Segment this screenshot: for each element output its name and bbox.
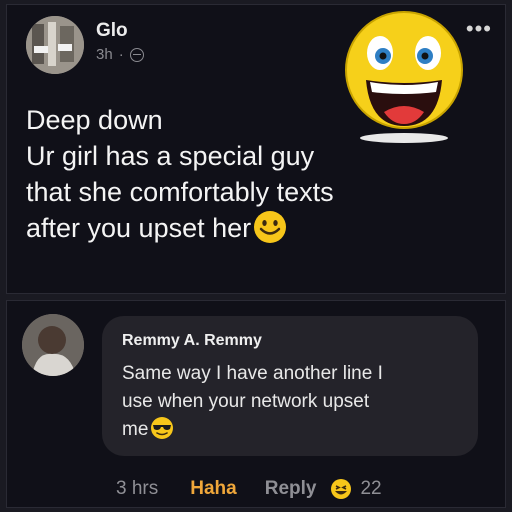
- comment-author-avatar[interactable]: [22, 314, 84, 376]
- post-body: Deep down Ur girl has a special guy that…: [26, 102, 466, 246]
- meta-separator: ·: [118, 46, 124, 63]
- post-card: Glo 3h · ••• Deep down Ur girl has a spe…: [6, 4, 506, 294]
- reply-button[interactable]: Reply: [265, 478, 317, 500]
- post-meta: 3h ·: [96, 46, 144, 63]
- post-time[interactable]: 3h: [96, 46, 113, 63]
- post-line: Deep down: [26, 105, 163, 135]
- sunglasses-emoji-icon: [151, 416, 174, 439]
- post-line: that she comfortably texts: [26, 177, 334, 207]
- comment-body: Same way I have another line I use when …: [122, 360, 462, 444]
- avatar-photo: [26, 16, 84, 74]
- comment-line: Same way I have another line I: [122, 363, 383, 384]
- post-line: Ur girl has a special guy: [26, 141, 315, 171]
- haha-reaction-button[interactable]: Haha: [190, 478, 236, 500]
- comment-time[interactable]: 3 hrs: [116, 478, 158, 500]
- reaction-count[interactable]: 22: [360, 478, 381, 500]
- comment-actions: 3 hrs Haha Reply 22: [116, 478, 382, 500]
- comment-bubble: Remmy A. Remmy Same way I have another l…: [102, 316, 478, 456]
- post-line: after you upset her: [26, 210, 466, 246]
- post-author-name[interactable]: Glo: [96, 20, 128, 42]
- comment-line: me: [122, 416, 462, 444]
- comment-line-text: me: [122, 419, 149, 440]
- more-options-icon[interactable]: •••: [466, 18, 492, 40]
- comment-author-name[interactable]: Remmy A. Remmy: [122, 332, 262, 350]
- avatar-photo: [22, 314, 84, 376]
- comment-line: use when your network upset: [122, 391, 370, 412]
- post-author-avatar[interactable]: [26, 16, 84, 74]
- globe-icon: [129, 47, 144, 62]
- comment-card: Remmy A. Remmy Same way I have another l…: [6, 300, 506, 508]
- post-line-text: after you upset her: [26, 213, 252, 243]
- smiling-emoji-icon: [254, 210, 287, 243]
- laughing-reaction-icon[interactable]: [330, 478, 352, 500]
